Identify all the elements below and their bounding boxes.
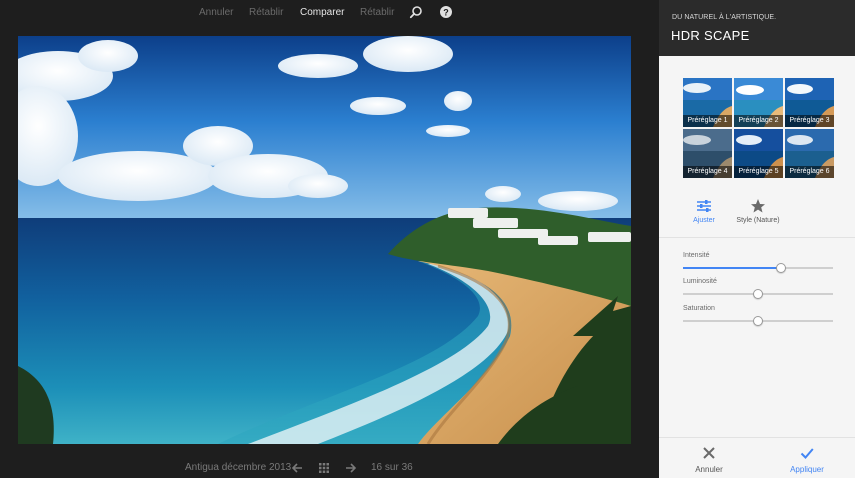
compare-button[interactable]: Comparer [300,7,344,18]
apply-button[interactable]: Appliquer [772,446,842,474]
preset-thumbnail[interactable]: Préréglage 3 [785,78,834,127]
slider-handle[interactable] [775,263,786,273]
preset-grid: Préréglage 1 Préréglage 2 Préréglage 3 P… [683,78,834,178]
album-name: Antigua décembre 2013 [185,462,292,473]
bottom-bar: Antigua décembre 2013 16 sur 36 [0,458,659,478]
preset-thumbnail[interactable]: Préréglage 5 [734,129,783,178]
preset-thumbnail[interactable]: Préréglage 4 [683,129,732,178]
preset-label: Préréglage 5 [734,166,783,178]
beach-photo [18,36,631,444]
preset-thumbnail[interactable]: Préréglage 6 [785,129,834,178]
panel-title: HDR SCAPE [671,28,750,43]
arrow-right-icon[interactable] [344,461,358,475]
grid-icon[interactable] [317,461,331,475]
undo-button[interactable]: Annuler [199,7,233,18]
photo-canvas[interactable] [18,36,631,444]
slider-label: Saturation [683,305,715,312]
preset-label: Préréglage 2 [734,115,783,127]
preset-label: Préréglage 4 [683,166,732,178]
restore-button[interactable]: Rétablir [360,7,394,18]
preset-thumbnail[interactable]: Préréglage 2 [734,78,783,127]
slider-track[interactable] [683,263,833,273]
editor-area: Annuler Rétablir Comparer Rétablir ? Ant… [0,0,659,478]
filter-panel: DU NATUREL À L'ARTISTIQUE. HDR SCAPE Pré… [659,0,855,478]
tab-style[interactable]: Style (Nature) [731,198,785,230]
preset-thumbnail[interactable]: Préréglage 1 [683,78,732,127]
star-icon [751,199,765,213]
tab-style-label: Style (Nature) [736,217,780,224]
redo-button[interactable]: Rétablir [249,7,283,18]
panel-subtitle: DU NATUREL À L'ARTISTIQUE. [672,14,777,21]
slider-handle[interactable] [753,316,763,326]
slider-label: Intensité [683,252,710,259]
apply-label: Appliquer [790,465,824,474]
help-icon[interactable]: ? [439,5,453,19]
slider-track[interactable] [683,316,833,326]
close-icon [703,447,715,459]
photo-counter: 16 sur 36 [371,462,413,473]
magnifier-icon[interactable] [409,5,423,19]
slider-track[interactable] [683,289,833,299]
top-toolbar: Annuler Rétablir Comparer Rétablir ? [0,0,659,26]
preset-label: Préréglage 1 [683,115,732,127]
tab-adjust[interactable]: Ajuster [683,198,725,230]
panel-header: DU NATUREL À L'ARTISTIQUE. HDR SCAPE [659,0,855,56]
slider-fill [683,267,781,269]
cancel-label: Annuler [695,465,723,474]
checkmark-icon [800,448,814,459]
arrow-left-icon[interactable] [290,461,304,475]
panel-footer: Annuler Appliquer [659,437,855,478]
mode-tabs: Ajuster Style (Nature) [659,198,855,238]
sliders-icon [697,200,711,212]
slider-label: Luminosité [683,278,717,285]
svg-text:?: ? [443,8,449,18]
saturation-slider[interactable]: Saturation [683,305,833,331]
preset-label: Préréglage 6 [785,166,834,178]
cancel-button[interactable]: Annuler [674,446,744,474]
preset-label: Préréglage 3 [785,115,834,127]
intensity-slider[interactable]: Intensité [683,252,833,278]
slider-handle[interactable] [753,289,763,299]
tab-adjust-label: Ajuster [693,217,715,224]
brightness-slider[interactable]: Luminosité [683,278,833,304]
